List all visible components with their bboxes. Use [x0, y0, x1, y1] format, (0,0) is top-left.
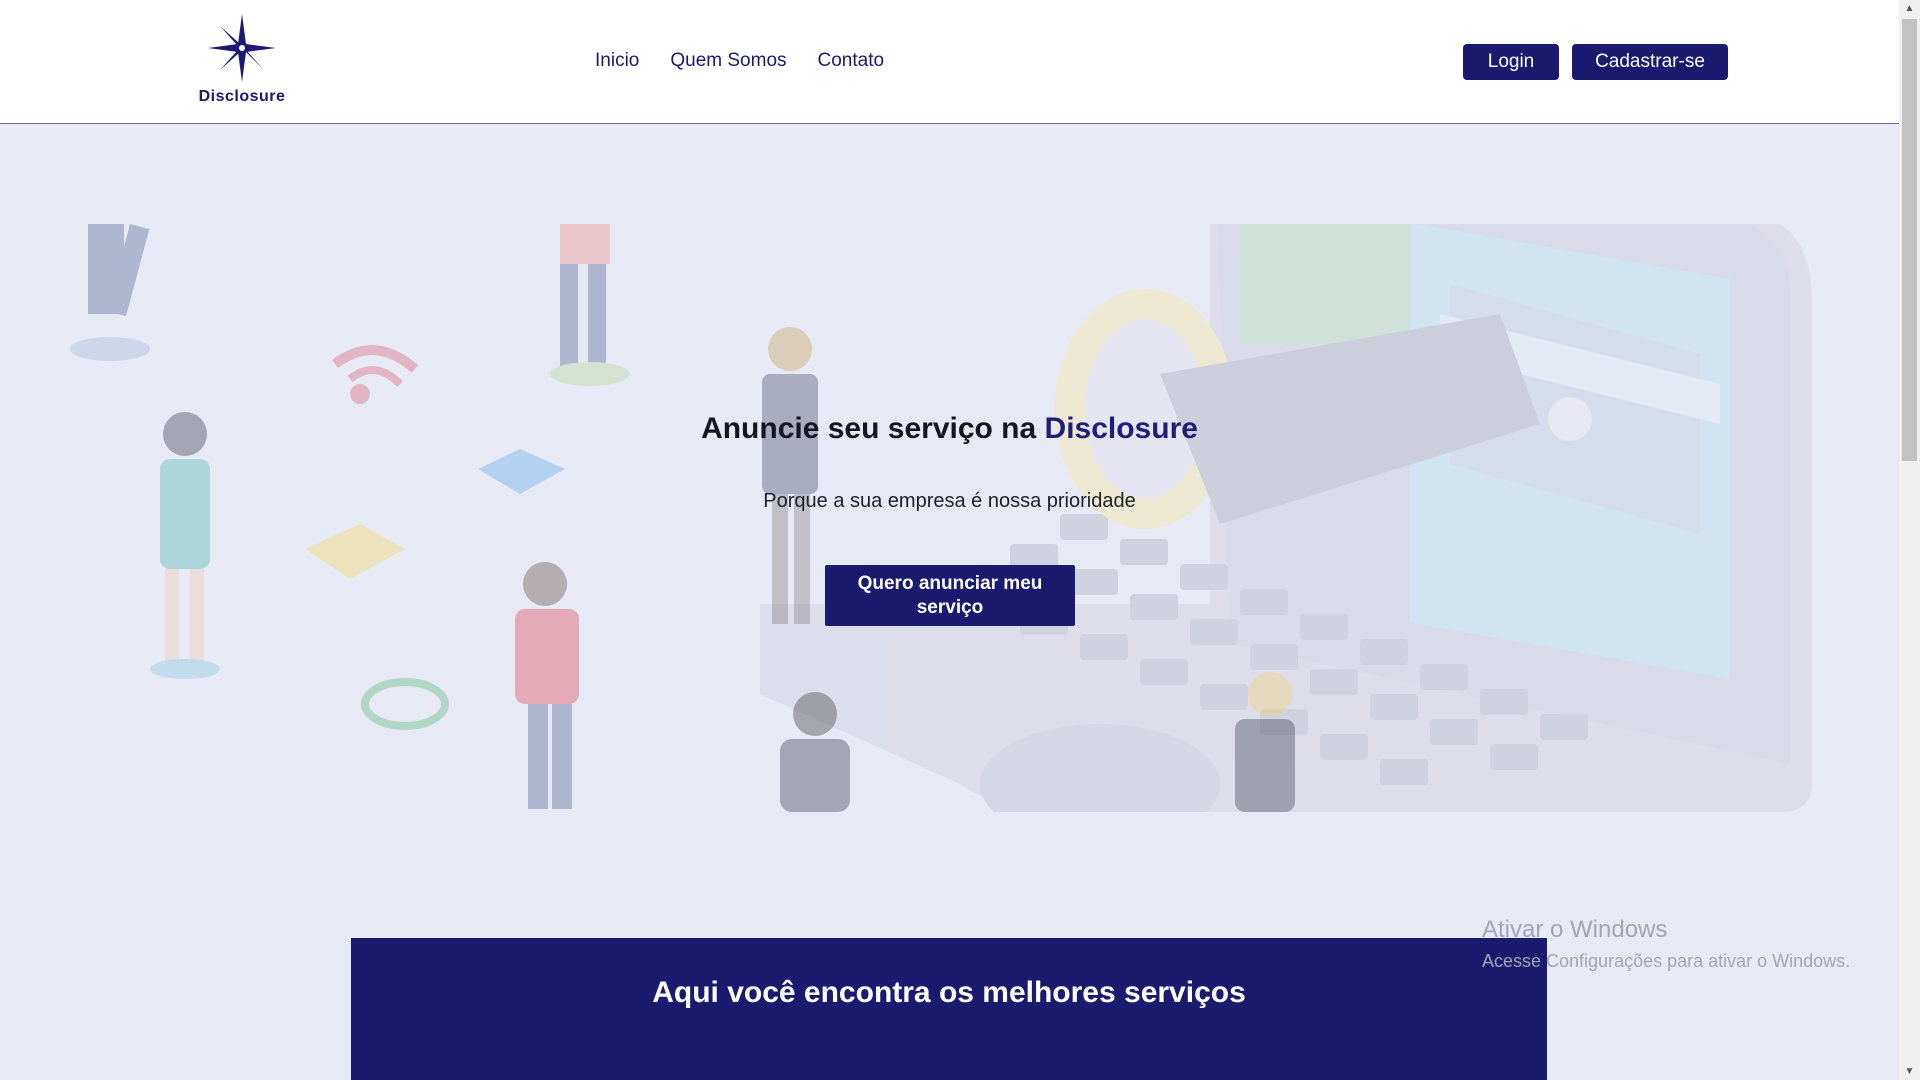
- scrollbar-thumb[interactable]: [1902, 19, 1917, 461]
- hero-illustration: [70, 224, 1812, 812]
- site-header: Disclosure Inicio Quem Somos Contato Log…: [0, 0, 1899, 124]
- logo-text: Disclosure: [198, 88, 286, 105]
- windows-activation-subtitle: Acesse Configurações para ativar o Windo…: [1482, 951, 1851, 971]
- main-nav: Inicio Quem Somos Contato: [595, 50, 884, 72]
- nav-link-contato[interactable]: Contato: [818, 50, 885, 72]
- services-section: Aqui você encontra os melhores serviços: [351, 938, 1547, 1080]
- hero-title: Anuncie seu serviço na Disclosure: [0, 412, 1899, 446]
- hero-subtitle: Porque a sua empresa é nossa prioridade: [763, 490, 1136, 512]
- hero-title-prefix: Anuncie seu serviço na: [701, 412, 1045, 445]
- scroll-up-arrow-icon[interactable]: ▲: [1899, 0, 1920, 17]
- login-button[interactable]: Login: [1463, 44, 1559, 80]
- nav-link-quem-somos[interactable]: Quem Somos: [670, 50, 786, 72]
- windows-activation-title: Ativar o Windows: [1482, 916, 1668, 943]
- signup-button[interactable]: Cadastrar-se: [1572, 44, 1728, 80]
- scroll-down-arrow-icon[interactable]: ▼: [1899, 1063, 1920, 1080]
- nav-link-inicio[interactable]: Inicio: [595, 50, 639, 72]
- compass-star-icon: [208, 14, 276, 82]
- page-scrollbar[interactable]: ▲ ▼: [1899, 0, 1920, 1080]
- advertise-service-button[interactable]: Quero anunciar meu serviço: [825, 565, 1075, 626]
- logo[interactable]: Disclosure: [190, 14, 294, 110]
- hero-title-brand: Disclosure: [1044, 412, 1198, 445]
- services-title: Aqui você encontra os melhores serviços: [652, 976, 1246, 1009]
- hero-section: Anuncie seu serviço na Disclosure Porque…: [0, 224, 1899, 812]
